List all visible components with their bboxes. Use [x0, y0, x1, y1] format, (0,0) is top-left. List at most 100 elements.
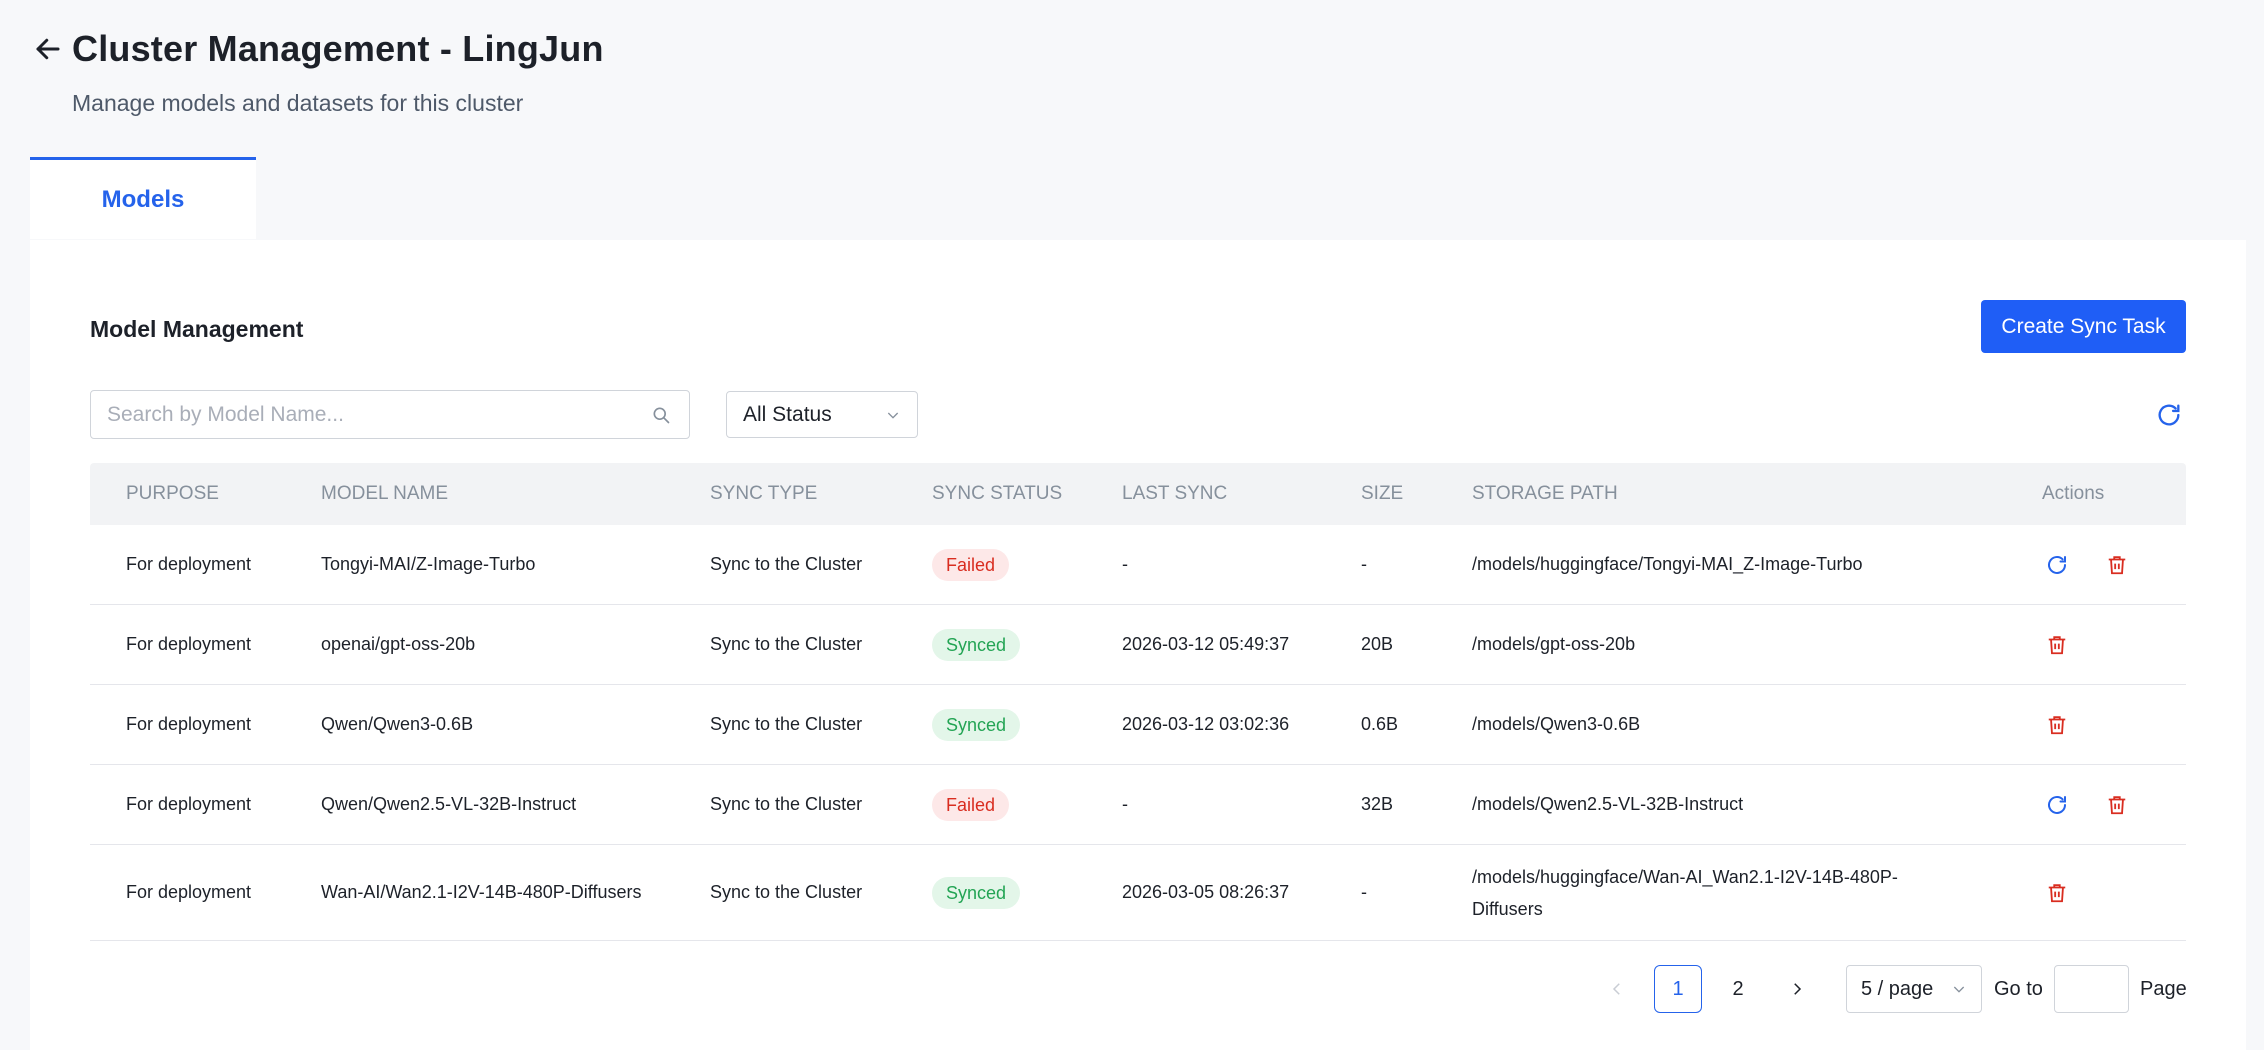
- page-button-2[interactable]: 2: [1714, 965, 1762, 1013]
- cell-last-sync: -: [1122, 554, 1128, 574]
- table-row: For deployment Qwen/Qwen2.5-VL-32B-Instr…: [90, 765, 2186, 845]
- status-filter-value: All Status: [743, 402, 832, 426]
- cell-sync-type: Sync to the Cluster: [710, 882, 863, 902]
- cell-sync-status: Synced: [932, 845, 1021, 940]
- cell-last-sync: 2026-03-05 08:26:37: [1122, 882, 1290, 902]
- status-badge: Failed: [932, 548, 1010, 581]
- search-icon[interactable]: [649, 403, 673, 427]
- cell-sync-status: Failed: [932, 525, 1010, 604]
- column-sync-status: SYNC STATUS: [932, 483, 1063, 504]
- delete-button[interactable]: [2103, 551, 2131, 579]
- section-title: Model Management: [90, 316, 304, 342]
- prev-page-button[interactable]: [1597, 965, 1637, 1013]
- refresh-icon: [2158, 404, 2180, 426]
- page-size-select[interactable]: 5 / page: [1846, 965, 1982, 1013]
- cell-sync-type: Sync to the Cluster: [710, 634, 863, 654]
- pagination: 1 2 5 / page Go to Page: [30, 965, 2246, 1013]
- cell-sync-type: Sync to the Cluster: [710, 554, 863, 574]
- chevron-right-icon: [1794, 983, 1802, 995]
- cell-last-sync: -: [1122, 794, 1128, 814]
- delete-button[interactable]: [2043, 711, 2071, 739]
- trash-icon: [2048, 635, 2066, 654]
- retry-icon: [2048, 795, 2066, 814]
- cell-purpose: For deployment: [126, 634, 252, 654]
- cell-actions: [2043, 605, 2071, 684]
- status-filter-select[interactable]: All Status: [726, 391, 918, 438]
- trash-icon: [2048, 883, 2066, 902]
- column-size: SIZE: [1361, 483, 1404, 504]
- chevron-down-icon: [1953, 986, 1965, 993]
- model-management-card: Model Management Create Sync Task All St…: [30, 240, 2246, 1050]
- retry-icon: [2048, 555, 2066, 574]
- search-input[interactable]: [107, 402, 649, 427]
- table-row: For deployment Qwen/Qwen3-0.6B Sync to t…: [90, 685, 2186, 765]
- cell-sync-status: Failed: [932, 765, 1010, 844]
- next-page-button[interactable]: [1777, 965, 1817, 1013]
- column-storage-path: STORAGE PATH: [1472, 483, 1618, 504]
- table-row: For deployment openai/gpt-oss-20b Sync t…: [90, 605, 2186, 685]
- tab-models[interactable]: Models: [30, 157, 256, 239]
- column-actions: Actions: [2042, 483, 2105, 504]
- table-row: For deployment Tongyi-MAI/Z-Image-Turbo …: [90, 525, 2186, 605]
- cell-storage-path: /models/huggingface/Tongyi-MAI_Z-Image-T…: [1472, 554, 1863, 574]
- delete-button[interactable]: [2043, 879, 2071, 907]
- cell-model-name: Wan-AI/Wan2.1-I2V-14B-480P-Diffusers: [321, 882, 642, 902]
- tab-bar: Models: [30, 157, 256, 239]
- page-label: Page: [2140, 978, 2187, 1000]
- back-button[interactable]: [30, 31, 66, 67]
- trash-icon: [2108, 795, 2126, 814]
- models-table: PURPOSE MODEL NAME SYNC TYPE SYNC STATUS…: [90, 463, 2186, 941]
- cell-size: -: [1361, 882, 1367, 902]
- cell-size: 20B: [1361, 634, 1394, 654]
- cell-last-sync: 2026-03-12 03:02:36: [1122, 714, 1290, 734]
- cell-actions: [2043, 685, 2071, 764]
- cell-purpose: For deployment: [126, 882, 252, 902]
- cell-model-name: openai/gpt-oss-20b: [321, 634, 476, 654]
- cell-storage-path: /models/Qwen3-0.6B: [1472, 714, 1641, 734]
- retry-sync-button[interactable]: [2043, 551, 2071, 579]
- column-sync-type: SYNC TYPE: [710, 483, 818, 504]
- cell-storage-path: /models/Qwen2.5-VL-32B-Instruct: [1472, 794, 1744, 814]
- cell-sync-type: Sync to the Cluster: [710, 794, 863, 814]
- cell-model-name: Qwen/Qwen3-0.6B: [321, 714, 474, 734]
- table-row: For deployment Wan-AI/Wan2.1-I2V-14B-480…: [90, 845, 2186, 941]
- status-badge: Synced: [932, 876, 1021, 909]
- goto-page-input[interactable]: [2054, 965, 2129, 1013]
- goto-label: Go to: [1994, 978, 2043, 1000]
- retry-sync-button[interactable]: [2043, 791, 2071, 819]
- cell-actions: [2043, 525, 2131, 604]
- column-model-name: MODEL NAME: [321, 483, 449, 504]
- cell-actions: [2043, 765, 2131, 844]
- trash-icon: [2108, 555, 2126, 574]
- page-subtitle: Manage models and datasets for this clus…: [72, 90, 524, 116]
- refresh-button[interactable]: [2154, 400, 2184, 430]
- cell-sync-type: Sync to the Cluster: [710, 714, 863, 734]
- cell-purpose: For deployment: [126, 554, 252, 574]
- delete-button[interactable]: [2043, 631, 2071, 659]
- cell-storage-path: /models/huggingface/Wan-AI_Wan2.1-I2V-14…: [1472, 866, 1898, 919]
- cell-actions: [2043, 845, 2071, 940]
- create-sync-task-button[interactable]: Create Sync Task: [1981, 300, 2186, 353]
- status-badge: Synced: [932, 628, 1021, 661]
- trash-icon: [2048, 715, 2066, 734]
- cell-model-name: Qwen/Qwen2.5-VL-32B-Instruct: [321, 794, 577, 814]
- arrow-left-icon: [36, 38, 60, 60]
- page-button-1[interactable]: 1: [1654, 965, 1702, 1013]
- status-badge: Synced: [932, 708, 1021, 741]
- page-size-value: 5 / page: [1861, 977, 1934, 1000]
- title-row: Cluster Management - LingJun: [30, 28, 604, 70]
- table-header: PURPOSE MODEL NAME SYNC TYPE SYNC STATUS…: [90, 463, 2186, 525]
- column-last-sync: LAST SYNC: [1122, 483, 1228, 504]
- cell-sync-status: Synced: [932, 605, 1021, 684]
- page-title: Cluster Management - LingJun: [72, 28, 604, 69]
- cell-sync-status: Synced: [932, 685, 1021, 764]
- cell-last-sync: 2026-03-12 05:49:37: [1122, 634, 1290, 654]
- cell-size: 0.6B: [1361, 714, 1399, 734]
- delete-button[interactable]: [2103, 791, 2131, 819]
- chevron-down-icon: [887, 412, 899, 419]
- cell-purpose: For deployment: [126, 794, 252, 814]
- cell-size: 32B: [1361, 794, 1394, 814]
- column-purpose: PURPOSE: [126, 483, 219, 504]
- cell-purpose: For deployment: [126, 714, 252, 734]
- chevron-left-icon: [1612, 983, 1620, 995]
